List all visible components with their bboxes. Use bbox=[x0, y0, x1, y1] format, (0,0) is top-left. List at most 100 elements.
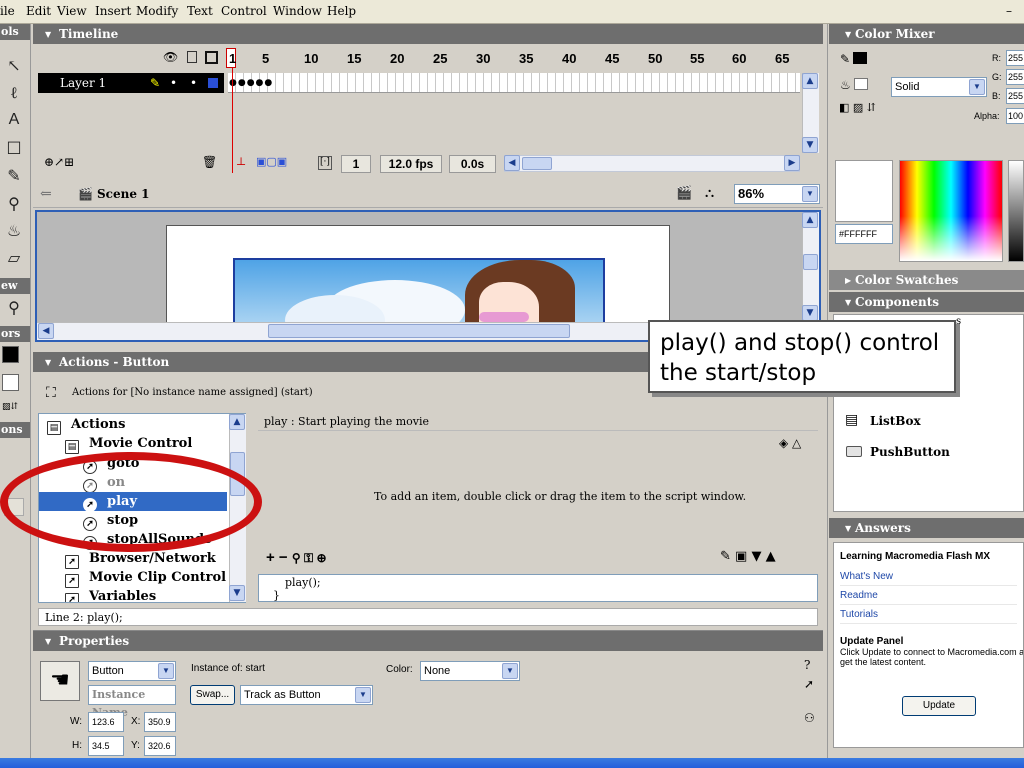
arrow-tool-icon[interactable]: ↖ bbox=[2, 54, 26, 78]
eyedropper-tool-icon[interactable]: ⚲ bbox=[2, 192, 26, 216]
toolbox-scroll-up[interactable]: ▲ bbox=[229, 414, 245, 430]
stage-vscroll-thumb[interactable] bbox=[803, 254, 818, 270]
menu-insert[interactable]: Insert bbox=[95, 4, 131, 18]
edit-symbol-icon[interactable]: ⛬ bbox=[705, 186, 714, 201]
edit-markers-icon[interactable]: [·] bbox=[318, 156, 332, 170]
component-partial-1[interactable]: s bbox=[956, 316, 961, 327]
add-remove-icons[interactable]: + − ⚲ ⚿ ⊕ bbox=[266, 549, 327, 566]
tree-movie-control[interactable]: ▤ Movie Control bbox=[39, 434, 227, 454]
zoom-select[interactable]: 86% ▼ bbox=[734, 184, 820, 204]
layer-row[interactable]: Layer 1 ✎ • • bbox=[38, 73, 224, 93]
b-input[interactable]: 255 bbox=[1006, 88, 1024, 104]
component-listbox[interactable]: ListBox bbox=[870, 414, 921, 428]
properties-title[interactable]: ▼ Properties bbox=[33, 631, 823, 651]
text-tool-icon[interactable]: A bbox=[2, 108, 26, 132]
accessibility-icon[interactable]: ⚇ bbox=[804, 711, 815, 725]
reference-icon[interactable]: ◈ △ bbox=[779, 436, 801, 450]
rectangle-tool-icon[interactable]: □ bbox=[2, 135, 26, 159]
menu-view[interactable]: View bbox=[57, 4, 87, 18]
scene-name[interactable]: Scene 1 bbox=[97, 187, 150, 201]
stage-scroll-left[interactable]: ◀ bbox=[38, 323, 54, 339]
width-input[interactable]: 123.6 bbox=[88, 712, 124, 732]
trash-icon[interactable]: 🗑 bbox=[202, 155, 217, 169]
menu-window[interactable]: Window bbox=[273, 4, 322, 18]
center-frame-icon[interactable]: ⊥ bbox=[236, 155, 246, 168]
menu-help[interactable]: Help bbox=[327, 4, 356, 18]
x-input[interactable]: 350.9 bbox=[144, 712, 176, 732]
hscroll-right[interactable]: ▶ bbox=[784, 155, 800, 171]
hscroll-left[interactable]: ◀ bbox=[504, 155, 520, 171]
layer-color-box[interactable] bbox=[208, 78, 218, 88]
zoom-tool-icon[interactable]: ⚲ bbox=[2, 296, 26, 320]
edit-actions-icon[interactable]: ➚ bbox=[804, 677, 814, 691]
answers-title[interactable]: ▼ Answers bbox=[829, 518, 1024, 538]
components-title[interactable]: ▼ Components bbox=[829, 292, 1024, 312]
frames-grid[interactable] bbox=[228, 73, 800, 93]
stage-scroll-down[interactable]: ▼ bbox=[802, 305, 818, 321]
brush-tool-icon[interactable]: ✎ bbox=[2, 164, 26, 188]
hscroll-thumb[interactable] bbox=[522, 157, 552, 170]
frame-num-15: 15 bbox=[347, 51, 362, 66]
timeline-scroll-down[interactable]: ▼ bbox=[802, 137, 818, 153]
paint-bucket-icon[interactable]: ♨ bbox=[2, 219, 26, 243]
instance-name-input[interactable]: Instance Name bbox=[88, 685, 176, 719]
menu-file[interactable]: ile bbox=[0, 4, 15, 18]
hex-input[interactable]: #FFFFFF bbox=[835, 224, 893, 244]
lock-icon[interactable] bbox=[187, 51, 197, 63]
stroke-color-swatch[interactable] bbox=[2, 346, 19, 363]
fill-style-select[interactable]: Solid ▼ bbox=[891, 77, 987, 97]
menu-text[interactable]: Text bbox=[187, 4, 213, 18]
stroke-pencil-icon[interactable]: ✎ bbox=[840, 52, 868, 66]
stage-artwork[interactable] bbox=[233, 258, 605, 325]
tutorials-link[interactable]: Tutorials bbox=[840, 605, 1017, 624]
y-input[interactable]: 320.6 bbox=[144, 736, 176, 756]
menu-control[interactable]: Control bbox=[221, 4, 267, 18]
g-input[interactable]: 255 bbox=[1006, 69, 1024, 85]
update-button[interactable]: Update bbox=[902, 696, 976, 716]
script-window[interactable]: play(); } bbox=[258, 574, 818, 602]
actions-status-bar: Line 2: play(); bbox=[38, 608, 818, 626]
eye-icon[interactable]: 👁 bbox=[163, 50, 178, 64]
back-arrow-icon[interactable]: ⇐ bbox=[40, 186, 52, 202]
whats-new-link[interactable]: What's New bbox=[840, 567, 1017, 586]
symbol-type-select[interactable]: Button ▼ bbox=[88, 661, 176, 681]
outline-icon[interactable] bbox=[205, 51, 218, 64]
add-layer-icon[interactable]: ⊕↗⊞ bbox=[44, 155, 74, 169]
eraser-tool-icon[interactable]: ▱ bbox=[2, 246, 26, 270]
color-swatches-title[interactable]: ▶ Color Swatches bbox=[829, 270, 1024, 290]
visibility-dot[interactable]: • bbox=[170, 73, 177, 93]
edit-scene-icon[interactable]: 🎬 bbox=[676, 186, 692, 201]
swap-colors-icon[interactable]: ▨⇵ bbox=[2, 402, 24, 414]
lasso-tool-icon[interactable]: ℓ bbox=[2, 81, 26, 105]
color-mixer-title[interactable]: ▼ Color Mixer bbox=[829, 24, 1024, 44]
track-mode-select[interactable]: Track as Button ▼ bbox=[240, 685, 373, 705]
fill-bucket-icon[interactable]: ♨ bbox=[840, 78, 868, 92]
elapsed-time: 0.0s bbox=[449, 155, 496, 173]
tree-variables[interactable]: ➚ Variables bbox=[39, 587, 227, 602]
stage-scroll-up[interactable]: ▲ bbox=[802, 212, 818, 228]
onion-skin-icon[interactable]: ▣▢▣ bbox=[256, 155, 287, 168]
alpha-input[interactable]: 100 bbox=[1006, 108, 1024, 124]
lock-dot[interactable]: • bbox=[190, 73, 197, 93]
brightness-slider[interactable] bbox=[1008, 160, 1024, 262]
readme-link[interactable]: Readme bbox=[840, 586, 1017, 605]
timeline-scroll-up[interactable]: ▲ bbox=[802, 73, 818, 89]
color-spectrum[interactable] bbox=[899, 160, 1003, 262]
layer-name: Layer 1 bbox=[60, 76, 107, 90]
fill-color-swatch[interactable] bbox=[2, 374, 19, 391]
component-pushbutton[interactable]: PushButton bbox=[870, 445, 950, 459]
swatch-buttons-icon[interactable]: ◧ ▨ ⇵ bbox=[839, 101, 876, 114]
toolbox-scroll-down[interactable]: ▼ bbox=[229, 585, 245, 601]
minimize-button[interactable]: – bbox=[1006, 4, 1012, 18]
color-effect-select[interactable]: None ▼ bbox=[420, 661, 520, 681]
script-options-icons[interactable]: ✎ ▣ ▼ ▲ bbox=[720, 549, 776, 564]
tree-movie-clip-control[interactable]: ➚ Movie Clip Control bbox=[39, 568, 227, 588]
help-icon[interactable]: ? bbox=[804, 658, 810, 672]
r-input[interactable]: 255 bbox=[1006, 50, 1024, 66]
stage-hscroll-thumb[interactable] bbox=[268, 324, 570, 338]
tree-actions[interactable]: ▤ Actions bbox=[39, 415, 227, 435]
height-input[interactable]: 34.5 bbox=[88, 736, 124, 756]
swap-button[interactable]: Swap... bbox=[190, 685, 235, 705]
menu-modify[interactable]: Modify bbox=[136, 4, 178, 18]
menu-edit[interactable]: Edit bbox=[26, 4, 51, 18]
